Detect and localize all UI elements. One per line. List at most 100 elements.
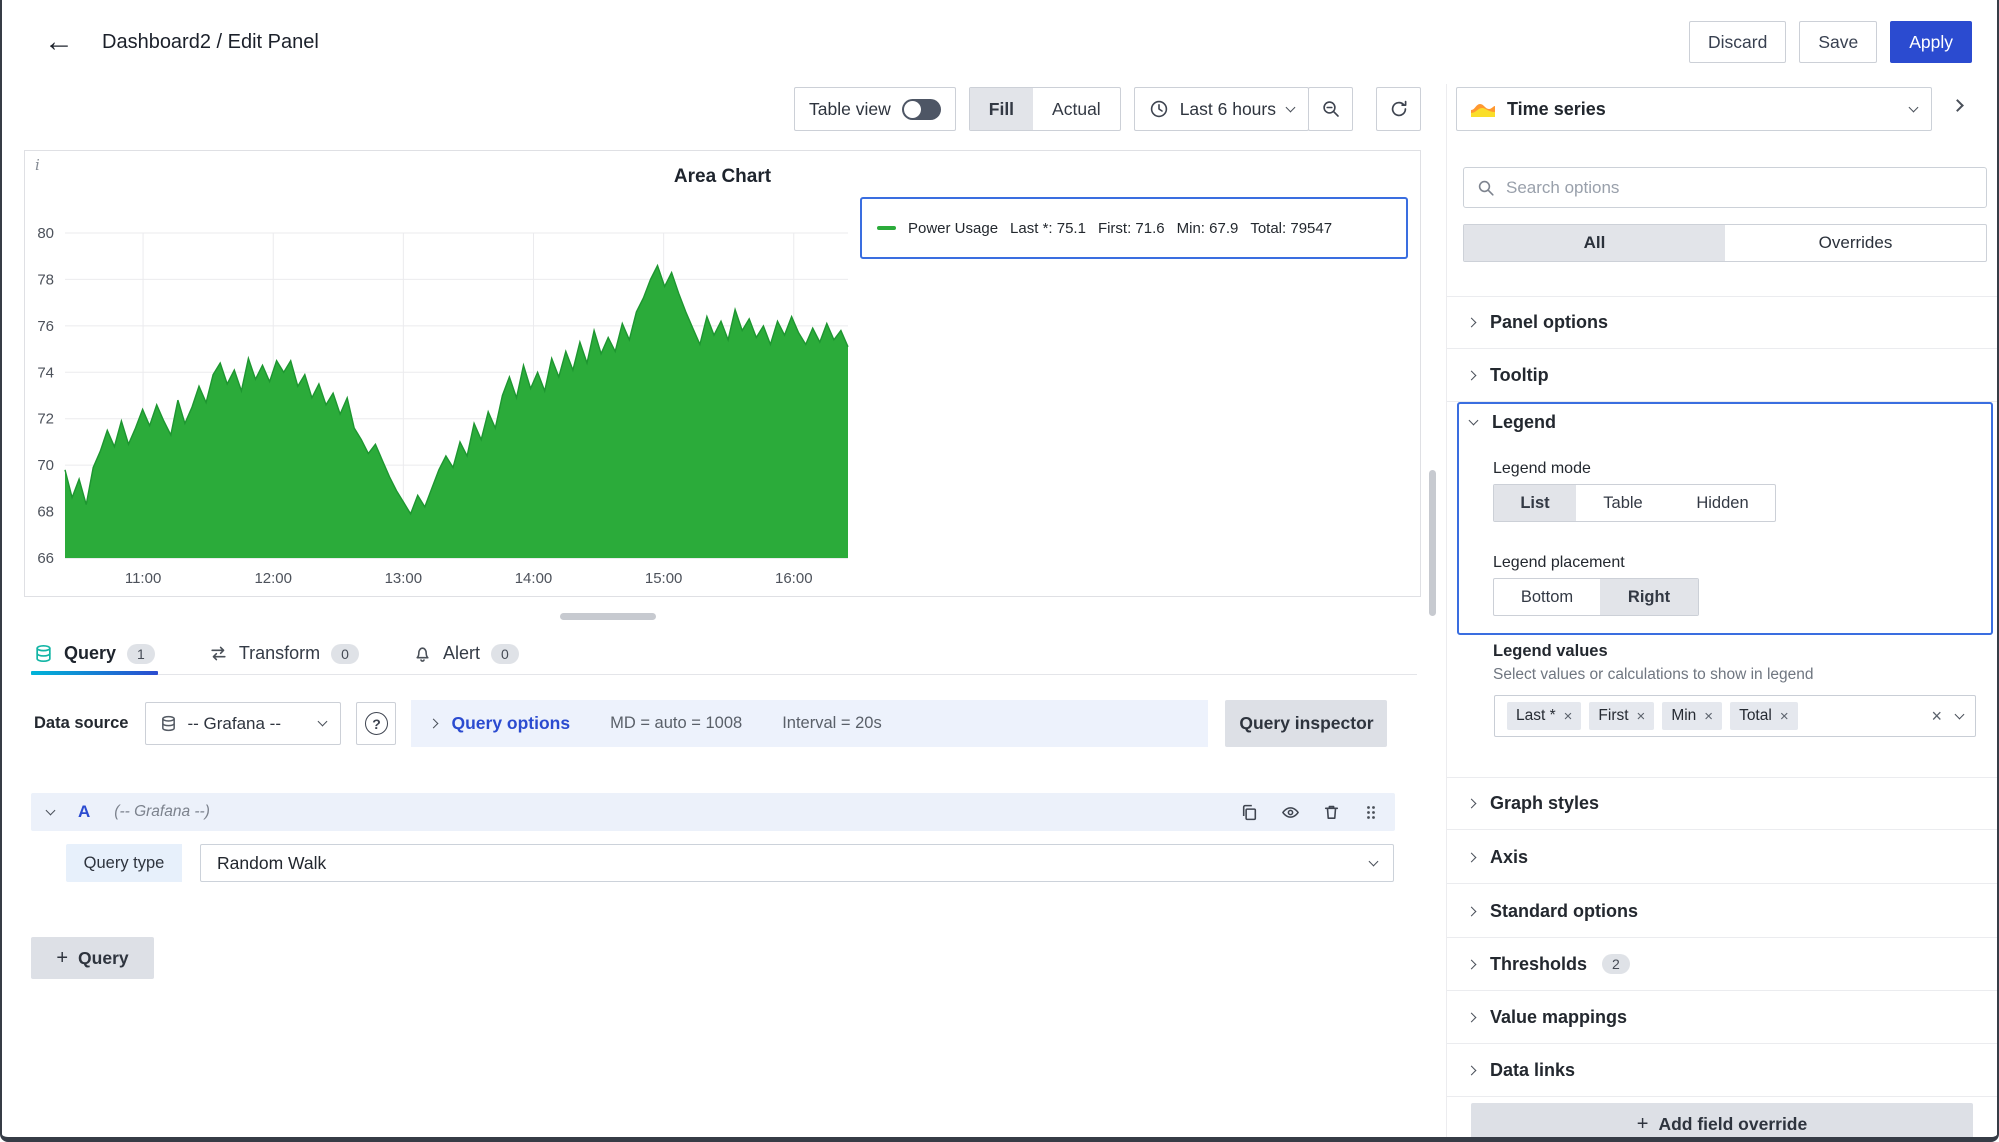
legend-value-tag-total[interactable]: Total× bbox=[1730, 702, 1798, 730]
search-icon bbox=[1477, 179, 1495, 197]
add-query-button[interactable]: + Query bbox=[31, 937, 154, 979]
legend-value-tag-min[interactable]: Min× bbox=[1662, 702, 1722, 730]
section-label: Data links bbox=[1490, 1060, 1575, 1081]
svg-text:15:00: 15:00 bbox=[645, 570, 683, 587]
section-legend[interactable]: Legend bbox=[1470, 412, 1556, 433]
datasource-row: Data source -- Grafana -- ? Query option… bbox=[34, 700, 1387, 747]
apply-button[interactable]: Apply bbox=[1890, 21, 1972, 63]
tab-query[interactable]: Query 1 bbox=[31, 633, 158, 674]
legend-mode-table[interactable]: Table bbox=[1576, 485, 1670, 521]
vertical-scrollbar[interactable] bbox=[1429, 470, 1436, 616]
query-inspector-button[interactable]: Query inspector bbox=[1225, 700, 1387, 747]
search-input[interactable] bbox=[1506, 178, 1973, 198]
drag-query-handle[interactable] bbox=[1363, 804, 1379, 821]
tab-alert-label: Alert bbox=[443, 643, 480, 664]
query-options-label[interactable]: Query options bbox=[451, 713, 570, 734]
remove-tag-icon[interactable]: × bbox=[1564, 709, 1573, 724]
tab-transform[interactable]: Transform 0 bbox=[206, 633, 362, 674]
query-type-value: Random Walk bbox=[217, 853, 326, 874]
multiselect-controls: × bbox=[1931, 707, 1963, 725]
tab-overrides[interactable]: Overrides bbox=[1725, 225, 1986, 261]
section-data-links[interactable]: Data links bbox=[1447, 1044, 1999, 1097]
visualization-picker[interactable]: Time series bbox=[1456, 87, 1932, 131]
table-view-switch[interactable] bbox=[902, 99, 941, 120]
query-options-bar[interactable]: Query options MD = auto = 1008 Interval … bbox=[411, 700, 1208, 747]
options-sidebar: Time series All Overrides Panel options … bbox=[1446, 84, 1999, 1137]
help-button[interactable]: ? bbox=[356, 702, 396, 745]
chevron-right-icon bbox=[1467, 852, 1477, 862]
table-view-toggle[interactable]: Table view bbox=[794, 87, 956, 131]
legend-values-select[interactable]: Last *× First× Min× Total× × bbox=[1494, 695, 1976, 737]
database-icon bbox=[34, 644, 53, 663]
legend-mode-hidden[interactable]: Hidden bbox=[1670, 485, 1775, 521]
svg-text:72: 72 bbox=[37, 411, 54, 428]
add-field-override-button[interactable]: + Add field override bbox=[1471, 1103, 1973, 1137]
svg-text:80: 80 bbox=[37, 225, 54, 242]
chevron-down-icon[interactable] bbox=[1955, 709, 1965, 719]
fill-option[interactable]: Fill bbox=[970, 88, 1033, 130]
series-name[interactable]: Power Usage bbox=[908, 220, 998, 237]
svg-text:12:00: 12:00 bbox=[254, 570, 292, 587]
section-label: Thresholds bbox=[1490, 954, 1587, 975]
query-datasource-name: (-- Grafana --) bbox=[114, 803, 210, 821]
query-type-label: Query type bbox=[66, 844, 182, 882]
section-panel-options[interactable]: Panel options bbox=[1447, 296, 1999, 349]
duplicate-query-button[interactable] bbox=[1240, 803, 1259, 822]
hide-query-button[interactable] bbox=[1281, 803, 1300, 822]
save-button[interactable]: Save bbox=[1799, 21, 1877, 63]
chevron-right-icon bbox=[1467, 799, 1477, 809]
svg-text:76: 76 bbox=[37, 318, 54, 335]
section-axis[interactable]: Axis bbox=[1447, 831, 1999, 884]
fill-actual-group: Fill Actual bbox=[969, 87, 1121, 131]
section-standard-options[interactable]: Standard options bbox=[1447, 885, 1999, 938]
svg-text:13:00: 13:00 bbox=[385, 570, 423, 587]
legend-mode-list[interactable]: List bbox=[1494, 485, 1576, 521]
svg-text:78: 78 bbox=[37, 271, 54, 288]
zoom-out-button[interactable] bbox=[1308, 87, 1353, 131]
discard-button[interactable]: Discard bbox=[1689, 21, 1786, 63]
legend-placement-right[interactable]: Right bbox=[1600, 579, 1698, 615]
section-label: Tooltip bbox=[1490, 365, 1549, 386]
svg-text:74: 74 bbox=[37, 364, 54, 381]
datasource-picker[interactable]: -- Grafana -- bbox=[145, 702, 341, 745]
back-arrow-icon[interactable]: ← bbox=[44, 27, 74, 57]
legend-value-tag-first[interactable]: First× bbox=[1589, 702, 1654, 730]
section-graph-styles[interactable]: Graph styles bbox=[1447, 777, 1999, 830]
transform-icon bbox=[209, 644, 228, 663]
legend-section-highlight: Legend Legend mode List Table Hidden Leg… bbox=[1457, 402, 1993, 635]
time-range-picker[interactable]: Last 6 hours bbox=[1134, 87, 1309, 131]
remove-tag-icon[interactable]: × bbox=[1637, 709, 1646, 724]
section-value-mappings[interactable]: Value mappings bbox=[1447, 991, 1999, 1044]
remove-tag-icon[interactable]: × bbox=[1780, 709, 1789, 724]
section-tooltip[interactable]: Tooltip bbox=[1447, 349, 1999, 402]
refresh-button[interactable] bbox=[1376, 87, 1421, 131]
remove-tag-icon[interactable]: × bbox=[1704, 709, 1713, 724]
clear-all-icon[interactable]: × bbox=[1931, 707, 1942, 725]
legend-value-tag-last[interactable]: Last *× bbox=[1507, 702, 1581, 730]
legend-mode-label: Legend mode bbox=[1493, 460, 1591, 478]
chevron-down-icon bbox=[1369, 856, 1379, 866]
options-filter-tabs: All Overrides bbox=[1463, 224, 1987, 262]
actual-option[interactable]: Actual bbox=[1033, 88, 1120, 130]
legend-stat-min: Min: 67.9 bbox=[1177, 220, 1239, 237]
time-series-plot[interactable]: 666870727476788011:0012:0013:0014:0015:0… bbox=[25, 195, 865, 593]
time-range-label: Last 6 hours bbox=[1180, 99, 1276, 120]
collapse-sidebar-chevron-icon[interactable] bbox=[1951, 99, 1964, 112]
query-type-select[interactable]: Random Walk bbox=[200, 844, 1394, 882]
legend-placement-label: Legend placement bbox=[1493, 554, 1625, 572]
chevron-right-icon bbox=[1467, 959, 1477, 969]
section-thresholds[interactable]: Thresholds 2 bbox=[1447, 938, 1999, 991]
query-row-a[interactable]: A (-- Grafana --) bbox=[31, 793, 1395, 831]
add-query-label: Query bbox=[78, 948, 129, 969]
series-color-swatch bbox=[877, 226, 896, 230]
tab-all[interactable]: All bbox=[1464, 225, 1725, 261]
tab-alert[interactable]: Alert 0 bbox=[410, 633, 522, 674]
delete-query-button[interactable] bbox=[1322, 803, 1341, 822]
legend-placement-bottom[interactable]: Bottom bbox=[1494, 579, 1600, 615]
horizontal-scrollbar[interactable] bbox=[560, 613, 656, 620]
content-area: Table view Fill Actual Last 6 hours bbox=[2, 84, 1997, 1137]
svg-text:14:00: 14:00 bbox=[515, 570, 553, 587]
chevron-right-icon bbox=[1467, 1012, 1477, 1022]
time-controls-group: Last 6 hours bbox=[1134, 87, 1353, 131]
collapse-query-icon[interactable] bbox=[46, 805, 56, 815]
